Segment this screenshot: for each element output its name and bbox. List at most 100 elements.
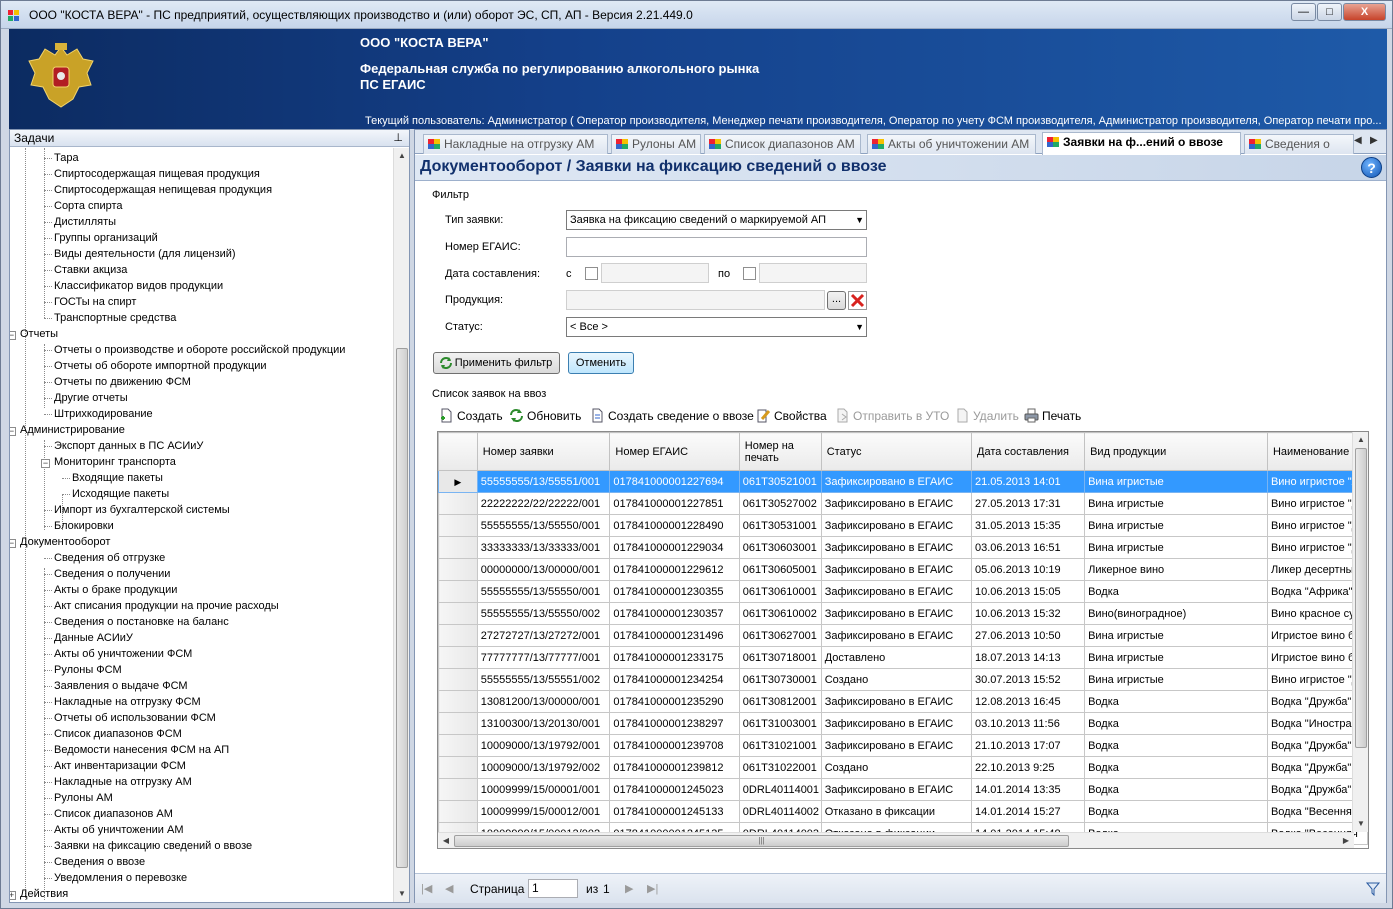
table-cell[interactable]: 061Т30603001 <box>738 536 822 559</box>
delete-button[interactable]: Удалить <box>955 408 1019 424</box>
table-cell[interactable]: 061Т30610001 <box>738 580 822 603</box>
table-cell[interactable]: 22.10.2013 9:25 <box>971 756 1086 779</box>
table-cell[interactable]: Вина игристые <box>1084 492 1268 515</box>
tree-item[interactable]: Список диапазонов ФСМ <box>54 726 182 742</box>
table-cell[interactable]: Создано <box>820 668 973 691</box>
tree-item[interactable]: Заявления о выдаче ФСМ <box>54 678 188 694</box>
product-field[interactable] <box>566 290 825 310</box>
tree-item[interactable]: Тара <box>54 150 79 166</box>
table-row[interactable]: 33333333/13/33333/001 017841000001229034 0… <box>438 536 1368 559</box>
table-row[interactable]: 13081200/13/00000/001 017841000001235290 0… <box>438 690 1368 713</box>
table-cell[interactable]: 061Т30610002 <box>738 602 822 625</box>
tab-1[interactable]: Рулоны АМ <box>611 134 701 154</box>
table-cell[interactable]: 55555555/13/55550/001 <box>476 580 611 603</box>
table-row[interactable]: 00000000/13/00000/001 017841000001229612 0… <box>438 558 1368 581</box>
tree-item[interactable]: Классификатор видов продукции <box>54 278 223 294</box>
tree-item[interactable]: Штрихкодирование <box>54 406 153 422</box>
table-row[interactable]: 10009999/15/00012/001 017841000001245133 0… <box>438 800 1368 823</box>
table-cell[interactable]: 061Т30527002 <box>738 492 822 515</box>
grid-horizontal-scrollbar[interactable]: ◀ ||| ▶ <box>438 832 1354 848</box>
tree-item[interactable]: Другие отчеты <box>54 390 128 406</box>
table-cell[interactable]: 017841000001239708 <box>609 734 740 757</box>
table-cell[interactable]: Вина игристые <box>1084 470 1268 493</box>
table-cell[interactable]: Зафиксировано в ЕГАИС <box>820 492 973 515</box>
table-cell[interactable]: 14.01.2014 13:35 <box>971 778 1086 801</box>
table-cell[interactable]: Зафиксировано в ЕГАИС <box>820 514 973 537</box>
table-cell[interactable]: Водка <box>1084 690 1268 713</box>
table-cell[interactable]: 017841000001245023 <box>609 778 740 801</box>
tree-item[interactable]: Заявки на фиксацию сведений о ввозе <box>54 838 252 854</box>
row-header[interactable] <box>438 624 478 647</box>
table-cell[interactable]: 017841000001229034 <box>609 536 740 559</box>
table-cell[interactable]: 21.10.2013 17:07 <box>971 734 1086 757</box>
table-row[interactable]: 10009000/13/19792/002 017841000001239812 0… <box>438 756 1368 779</box>
close-button[interactable]: X <box>1343 3 1386 21</box>
table-cell[interactable]: Зафиксировано в ЕГАИС <box>820 602 973 625</box>
tab-3[interactable]: Акты об уничтожении АМ <box>867 134 1036 154</box>
tree-item[interactable]: Блокировки <box>54 518 114 534</box>
table-cell[interactable]: 18.07.2013 14:13 <box>971 646 1086 669</box>
table-cell[interactable]: Зафиксировано в ЕГАИС <box>820 536 973 559</box>
table-cell[interactable]: 27.06.2013 10:50 <box>971 624 1086 647</box>
tree-item[interactable]: Группы организаций <box>54 230 158 246</box>
expand-icon[interactable]: + <box>10 891 16 900</box>
table-cell[interactable]: Зафиксировано в ЕГАИС <box>820 580 973 603</box>
table-cell[interactable]: 061Т31003001 <box>738 712 822 735</box>
table-cell[interactable]: 55555555/13/55551/001 <box>476 470 611 493</box>
table-row[interactable]: 10009000/13/19792/001 017841000001239708 0… <box>438 734 1368 757</box>
tree-item[interactable]: Отчеты о производстве и обороте российск… <box>54 342 345 358</box>
table-cell[interactable]: Водка <box>1084 712 1268 735</box>
row-header[interactable] <box>438 602 478 625</box>
column-header[interactable]: Вид продукции <box>1084 432 1268 471</box>
table-cell[interactable]: 061Т30605001 <box>738 558 822 581</box>
table-cell[interactable]: 03.10.2013 11:56 <box>971 712 1086 735</box>
row-header[interactable] <box>438 734 478 757</box>
table-cell[interactable]: 21.05.2013 14:01 <box>971 470 1086 493</box>
row-header[interactable] <box>438 646 478 669</box>
table-cell[interactable]: 017841000001239812 <box>609 756 740 779</box>
table-cell[interactable]: Водка <box>1084 800 1268 823</box>
tab-4[interactable]: Заявки на ф...ений о ввозе <box>1042 132 1241 155</box>
refresh-button[interactable]: Обновить <box>509 408 581 424</box>
column-header[interactable]: Номер на печать <box>738 432 822 471</box>
grid-vertical-scrollbar[interactable]: ▲ ▼ <box>1352 432 1368 832</box>
table-cell[interactable]: 00000000/13/00000/001 <box>476 558 611 581</box>
table-cell[interactable]: Зафиксировано в ЕГАИС <box>820 690 973 713</box>
scroll-up-icon[interactable]: ▲ <box>1353 432 1368 448</box>
tree-item[interactable]: Дистилляты <box>54 214 116 230</box>
tree-item[interactable]: Накладные на отгрузку ФСМ <box>54 694 201 710</box>
grid-vscroll-thumb[interactable] <box>1355 448 1367 748</box>
column-header[interactable]: Статус <box>820 432 973 471</box>
row-header[interactable] <box>438 514 478 537</box>
table-cell[interactable]: Создано <box>820 756 973 779</box>
table-cell[interactable]: Вина игристые <box>1084 514 1268 537</box>
date-from-checkbox[interactable] <box>585 267 598 280</box>
table-cell[interactable]: 10009999/15/00001/001 <box>476 778 611 801</box>
row-header[interactable] <box>438 536 478 559</box>
next-page-icon[interactable]: ▶ <box>625 882 633 895</box>
table-cell[interactable]: 061Т31021001 <box>738 734 822 757</box>
tree-item[interactable]: Акт списания продукции на прочие расходы <box>54 598 279 614</box>
tabs-right-icon[interactable]: ▶ <box>1370 135 1378 146</box>
tree-item[interactable]: Сведения о постановке на баланс <box>54 614 229 630</box>
tree-item[interactable]: Отчеты об обороте импортной продукции <box>54 358 267 374</box>
table-cell[interactable]: 017841000001238297 <box>609 712 740 735</box>
column-header[interactable]: Номер заявки <box>476 432 611 471</box>
tab-2[interactable]: Список диапазонов АМ <box>704 134 861 154</box>
tree-item[interactable]: Рулоны АМ <box>54 790 113 806</box>
pin-icon[interactable]: ⊥ <box>393 130 403 146</box>
table-cell[interactable]: 061Т30812001 <box>738 690 822 713</box>
table-cell[interactable]: Водка <box>1084 756 1268 779</box>
table-cell[interactable]: 017841000001231496 <box>609 624 740 647</box>
tree-item[interactable]: Отчеты об использовании ФСМ <box>54 710 216 726</box>
apply-filter-button[interactable]: Применить фильтр <box>433 352 560 374</box>
table-cell[interactable]: 017841000001230355 <box>609 580 740 603</box>
help-icon[interactable]: ? <box>1361 157 1382 178</box>
tree-item[interactable]: Экспорт данных в ПС АСИиУ <box>54 438 203 454</box>
table-cell[interactable]: 017841000001227694 <box>609 470 740 493</box>
tree-item[interactable]: Виды деятельности (для лицензий) <box>54 246 236 262</box>
tree-item[interactable]: Транспортные средства <box>54 310 176 326</box>
tree-item[interactable]: Исходящие пакеты <box>72 486 169 502</box>
properties-button[interactable]: Свойства <box>756 408 827 424</box>
type-select[interactable]: Заявка на фиксацию сведений о маркируемо… <box>566 210 867 230</box>
